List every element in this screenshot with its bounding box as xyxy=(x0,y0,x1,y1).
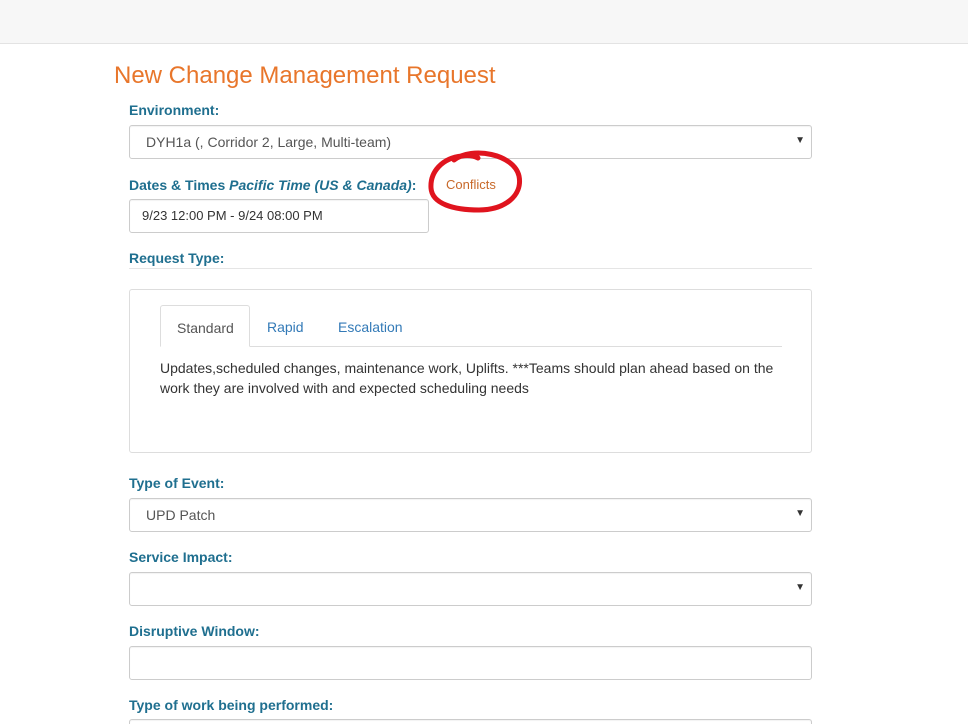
chevron-down-icon: ▼ xyxy=(795,135,805,146)
chevron-down-icon: ▼ xyxy=(795,508,805,519)
type-of-work-input[interactable] xyxy=(129,719,812,724)
disruptive-window-label: Disruptive Window: xyxy=(129,623,260,639)
request-type-label: Request Type: xyxy=(129,250,225,266)
dates-label-colon: : xyxy=(411,177,417,193)
top-navbar xyxy=(0,0,968,44)
tab-rapid[interactable]: Rapid xyxy=(251,305,320,347)
date-range-input[interactable]: 9/23 12:00 PM - 9/24 08:00 PM xyxy=(129,199,429,233)
chevron-down-icon: ▼ xyxy=(795,582,805,593)
disruptive-window-input[interactable] xyxy=(129,646,812,680)
environment-label: Environment: xyxy=(129,102,220,118)
type-of-event-label: Type of Event: xyxy=(129,475,225,491)
tab-escalation[interactable]: Escalation xyxy=(322,305,419,347)
type-of-event-selected-value: UPD Patch xyxy=(146,507,216,523)
dates-label-text: Dates & Times xyxy=(129,177,230,193)
environment-selected-value: DYH1a (, Corridor 2, Large, Multi-team) xyxy=(146,134,392,150)
type-of-event-select[interactable]: UPD Patch ▼ xyxy=(129,498,812,532)
request-type-divider xyxy=(129,268,812,269)
page-title: New Change Management Request xyxy=(114,62,496,89)
service-impact-select[interactable]: ▼ xyxy=(129,572,812,606)
red-circle-annotation-icon xyxy=(428,150,522,213)
dates-times-label: Dates & Times Pacific Time (US & Canada)… xyxy=(129,177,416,193)
request-type-description: Updates,scheduled changes, maintenance w… xyxy=(160,360,774,396)
service-impact-label: Service Impact: xyxy=(129,549,233,565)
date-range-value: 9/23 12:00 PM - 9/24 08:00 PM xyxy=(142,208,323,223)
type-of-work-label: Type of work being performed: xyxy=(129,697,334,713)
tab-standard[interactable]: Standard xyxy=(160,305,250,347)
timezone-text: Pacific Time (US & Canada) xyxy=(229,177,412,193)
request-type-panel: Standard Rapid Escalation Updates,schedu… xyxy=(129,289,812,453)
